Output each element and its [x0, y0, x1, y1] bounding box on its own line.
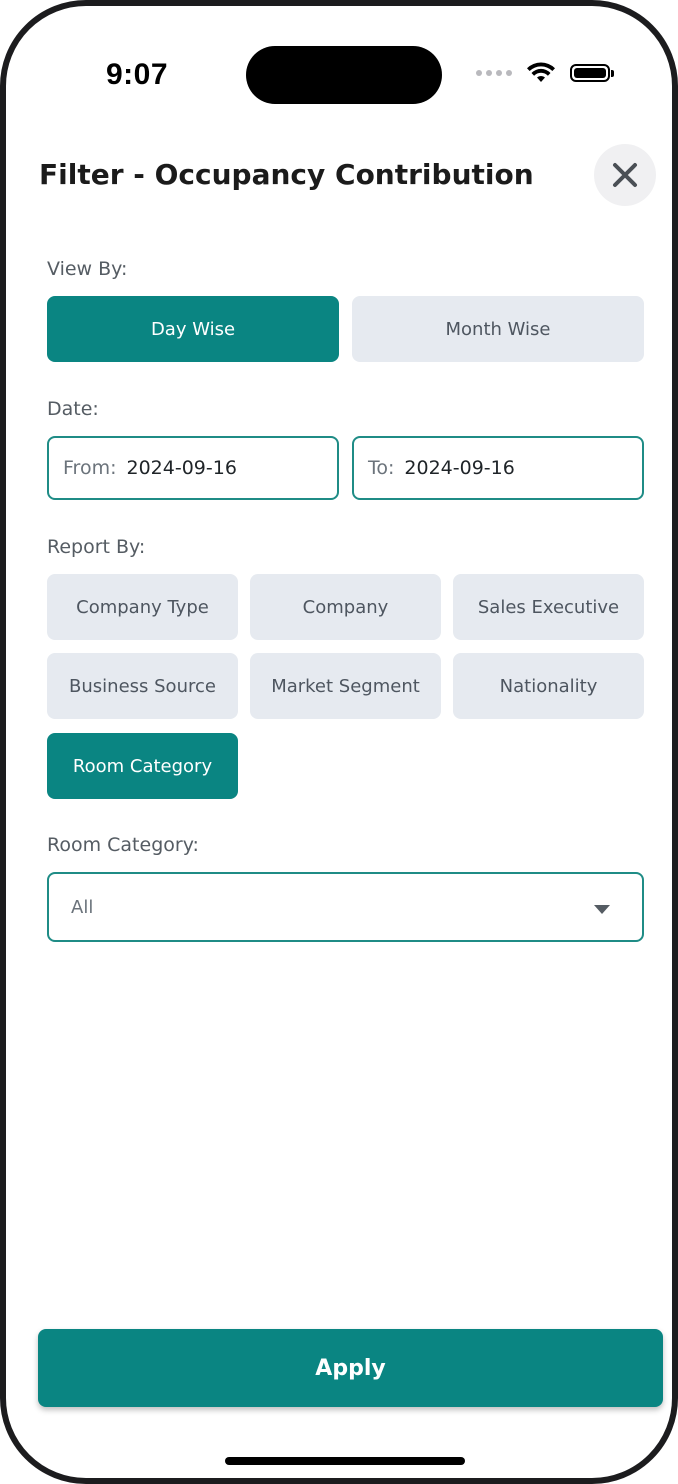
report-nationality-button[interactable]: Nationality	[453, 653, 644, 719]
report-by-label: Report By:	[47, 536, 146, 558]
view-by-label: View By:	[47, 258, 128, 280]
phone-screen: 9:07 Filter - Occupancy Contribution Vie…	[0, 0, 678, 1484]
from-date-value: 2024-09-16	[126, 457, 237, 479]
page-title: Filter - Occupancy Contribution	[39, 158, 534, 191]
report-company-type-button[interactable]: Company Type	[47, 574, 238, 640]
report-room-category-button[interactable]: Room Category	[47, 733, 238, 799]
wifi-icon	[527, 62, 555, 82]
chevron-down-icon	[594, 905, 610, 914]
to-date-value: 2024-09-16	[404, 457, 515, 479]
report-sales-executive-button[interactable]: Sales Executive	[453, 574, 644, 640]
home-indicator	[225, 1457, 465, 1465]
to-date-field[interactable]: To: 2024-09-16	[352, 436, 644, 500]
report-company-button[interactable]: Company	[250, 574, 441, 640]
to-prefix: To:	[368, 457, 395, 479]
day-wise-button[interactable]: Day Wise	[47, 296, 339, 362]
cellular-signal-icon	[476, 70, 512, 76]
status-time: 9:07	[106, 58, 169, 91]
room-category-select[interactable]: All	[47, 872, 644, 942]
from-date-field[interactable]: From: 2024-09-16	[47, 436, 339, 500]
battery-icon	[570, 64, 614, 82]
close-button[interactable]	[594, 144, 656, 206]
room-category-label: Room Category:	[47, 834, 199, 856]
report-business-source-button[interactable]: Business Source	[47, 653, 238, 719]
report-market-segment-button[interactable]: Market Segment	[250, 653, 441, 719]
month-wise-button[interactable]: Month Wise	[352, 296, 644, 362]
apply-button[interactable]: Apply	[38, 1329, 663, 1407]
date-label: Date:	[47, 398, 99, 420]
dynamic-island	[246, 46, 442, 104]
from-prefix: From:	[63, 457, 117, 479]
status-icons	[476, 62, 614, 84]
close-icon	[613, 163, 637, 187]
room-category-value: All	[71, 896, 94, 918]
